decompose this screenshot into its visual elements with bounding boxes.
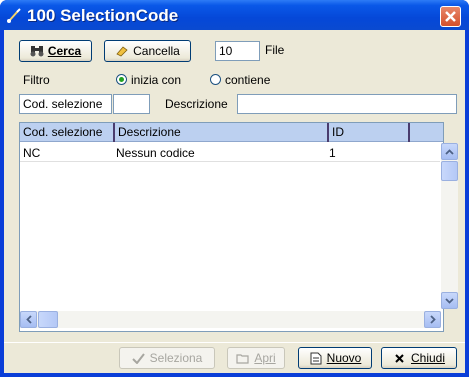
horizontal-scrollbar[interactable] [20,311,441,328]
eraser-icon [115,44,129,58]
code-field-label-box: Cod. selezione [19,94,112,114]
new-button[interactable]: Nuovo [298,347,372,369]
dialog-client-area: Cerca Cancella 10 File Filtro inizia con… [4,30,465,373]
chevron-right-icon [429,315,436,324]
open-button-label: Apri [254,351,276,365]
close-x-icon [445,11,456,22]
column-header-description[interactable]: Descrizione [115,123,329,142]
window-title: 100 SelectionCode [27,6,179,25]
horizontal-scroll-thumb[interactable] [38,311,58,328]
description-field-label: Descrizione [165,97,228,111]
binoculars-icon [30,44,44,58]
new-document-icon [309,351,323,365]
rows-count-input[interactable]: 10 [215,41,260,61]
radio-contains-label[interactable]: contiene [225,73,270,87]
scroll-right-button[interactable] [424,311,441,328]
close-icon [393,351,407,365]
search-button-label: Cerca [47,44,82,58]
search-button[interactable]: Cerca [19,40,92,62]
rows-label: File [265,43,285,57]
scroll-left-button[interactable] [20,311,37,328]
vertical-scrollbar[interactable] [441,143,458,309]
checkmark-icon [132,351,146,365]
cell-id: 1 [329,146,336,160]
description-field-input[interactable] [237,94,457,114]
open-folder-icon [236,351,250,365]
results-grid: Cod. selezione Descrizione ID NC Nessun … [19,122,458,332]
column-header-extra[interactable] [410,123,443,142]
vertical-scroll-thumb[interactable] [441,161,458,181]
new-button-label: Nuovo [326,351,362,365]
scroll-up-button[interactable] [441,143,458,160]
radio-starts-with-label[interactable]: inizia con [131,73,181,87]
title-bar[interactable]: 100 SelectionCode [0,0,469,30]
cell-code: NC [23,146,41,160]
close-button[interactable]: Chiudi [381,347,457,369]
chevron-down-icon [445,297,454,304]
select-button-label: Seleziona [149,351,203,365]
code-field-label: Cod. selezione [23,97,103,111]
footer-divider [4,342,465,343]
scroll-down-button[interactable] [441,292,458,309]
radio-contains[interactable] [210,74,221,85]
column-header-code[interactable]: Cod. selezione [20,123,115,142]
column-header-id[interactable]: ID [329,123,410,142]
chevron-left-icon [25,315,32,324]
grid-header: Cod. selezione Descrizione ID [20,123,443,142]
select-button[interactable]: Seleziona [119,347,215,369]
filter-label: Filtro [23,73,50,87]
cell-description: Nessun codice [116,146,195,160]
brush-icon [6,8,22,24]
radio-starts-with[interactable] [116,74,127,85]
open-button[interactable]: Apri [227,347,285,369]
close-window-button[interactable] [440,6,461,27]
close-button-label: Chiudi [410,351,446,365]
clear-button[interactable]: Cancella [104,40,191,62]
clear-button-label: Cancella [133,44,180,58]
dialog-window: 100 SelectionCode Cerca Cancella 10 File… [0,0,469,377]
chevron-up-icon [445,148,454,155]
table-row[interactable]: NC Nessun codice 1 [20,144,440,162]
code-field-input[interactable] [113,94,150,114]
